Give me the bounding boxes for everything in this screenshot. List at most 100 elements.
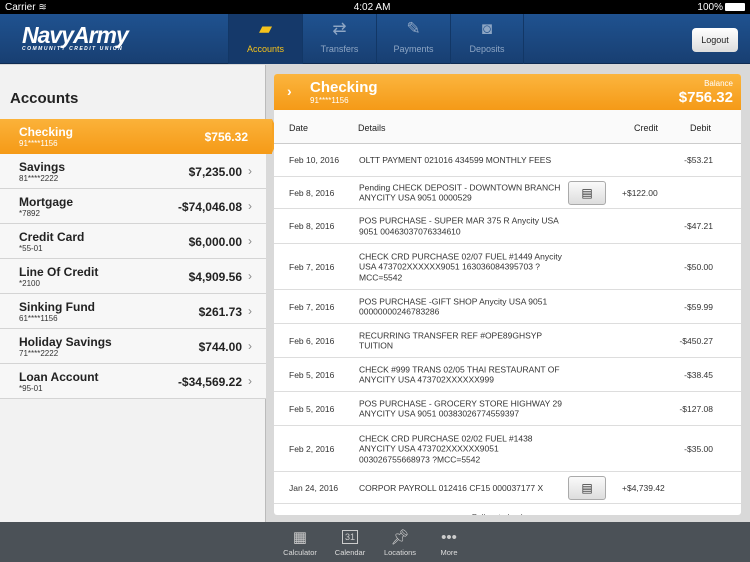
wifi-icon: ≋ xyxy=(38,1,47,13)
transaction-details: POS PURCHASE -GIFT SHOP Anycity USA 9051… xyxy=(359,296,548,317)
transaction-row[interactable]: Feb 8, 2016 Pending CHECK DEPOSIT - DOWNT… xyxy=(274,177,741,209)
transaction-credit: +$122.00 xyxy=(622,187,658,198)
transaction-row[interactable]: Feb 7, 2016 POS PURCHASE -GIFT SHOP Anyci… xyxy=(274,290,741,324)
account-balance: $4,909.56 xyxy=(188,270,242,284)
transaction-date: Feb 2, 2016 xyxy=(289,443,335,454)
transaction-date: Feb 6, 2016 xyxy=(289,335,335,346)
account-balance: $261.73 xyxy=(198,305,242,319)
account-number: 91****1156 xyxy=(310,96,349,105)
transaction-details: POS PURCHASE - GROCERY STORE HIGHWAY 29 … xyxy=(359,398,562,419)
chevron-right-icon: › xyxy=(248,269,252,283)
chevron-right-icon: › xyxy=(248,339,252,353)
transaction-debit: -$127.08 xyxy=(679,403,713,414)
transaction-details: RECURRING TRANSFER REF #OPE89GHSYP TUITI… xyxy=(359,330,542,351)
label: Calendar xyxy=(334,548,366,557)
battery: 100% xyxy=(697,2,745,13)
transaction-date: Feb 5, 2016 xyxy=(289,369,335,380)
accounts-title: Accounts xyxy=(10,90,79,107)
carrier: Carrier ≋ xyxy=(5,1,47,13)
transaction-row[interactable]: Feb 8, 2016 POS PURCHASE - SUPER MAR 375 … xyxy=(274,209,741,244)
transaction-date: Feb 7, 2016 xyxy=(289,261,335,272)
chevron-right-icon: › xyxy=(287,83,292,99)
accounts-sidebar: Accounts Checking 91****1156 $756.32 Saving… xyxy=(0,65,280,522)
calendar-icon: 31 xyxy=(325,526,375,548)
tab-label: Transfers xyxy=(320,44,359,54)
transfer-arrows-icon: ⇄ xyxy=(332,19,347,38)
view-check-image-button[interactable]: ▤ xyxy=(568,475,606,500)
label: Calculator xyxy=(283,548,317,557)
account-balance: -$74,046.08 xyxy=(177,200,242,214)
view-check-image-button[interactable]: ▤ xyxy=(568,180,606,205)
logout-button[interactable]: Logout xyxy=(692,28,738,52)
transaction-row[interactable]: Jan 24, 2016 CORPOR PAYROLL 012416 CF15 0… xyxy=(274,472,741,504)
transaction-debit: -$59.99 xyxy=(684,301,713,312)
account-item[interactable]: Line Of Credit *2100 $4,909.56 › xyxy=(0,259,266,294)
transaction-debit: -$38.45 xyxy=(684,369,713,380)
account-item[interactable]: Loan Account *95-01 -$34,569.22 › xyxy=(0,364,266,399)
account-balance: -$34,569.22 xyxy=(177,375,242,389)
load-more-hint: Pull up to load more xyxy=(274,504,741,515)
brand-tagline: COMMUNITY CREDIT UNION xyxy=(22,46,124,52)
account-item[interactable]: Savings 81****2222 $7,235.00 › xyxy=(0,154,266,189)
account-detail-panel: › Checking 91****1156 Balance $756.32 Da… xyxy=(274,74,741,515)
chevron-right-icon: › xyxy=(248,199,252,213)
transaction-date: Jan 24, 2016 xyxy=(289,482,339,493)
chevron-right-icon: › xyxy=(248,374,252,388)
more-button[interactable]: ••• More xyxy=(424,526,474,558)
account-item[interactable]: Mortgage *7892 -$74,046.08 › xyxy=(0,189,266,224)
balance-value: $756.32 xyxy=(678,89,733,106)
transaction-row[interactable]: Feb 2, 2016 CHECK CRD PURCHASE 02/02 FUEL… xyxy=(274,426,741,472)
calculator-button[interactable]: ▦ Calculator xyxy=(275,526,325,557)
more-dots-icon: ••• xyxy=(441,528,457,546)
check-image-icon: ▤ xyxy=(581,480,593,495)
transaction-row[interactable]: Feb 7, 2016 CHECK CRD PURCHASE 02/07 FUEL… xyxy=(274,244,741,290)
calendar-day: 31 xyxy=(341,530,358,544)
col-debit: Debit xyxy=(690,123,712,133)
account-item[interactable]: Holiday Savings 71****2222 $744.00 › xyxy=(0,329,266,364)
battery-icon xyxy=(724,2,745,11)
col-credit: Credit xyxy=(634,123,659,133)
app-header: NavyArmy COMMUNITY CREDIT UNION ▰ Account… xyxy=(0,14,750,64)
account-item[interactable]: Credit Card *55-01 $6,000.00 › xyxy=(0,224,266,259)
account-balance: $7,235.00 xyxy=(188,165,242,179)
transaction-credit: +$4,739.42 xyxy=(622,482,665,493)
label: Locations xyxy=(383,548,417,557)
tab-transfers[interactable]: ⇄ Transfers xyxy=(302,14,376,64)
transaction-debit: -$53.21 xyxy=(684,155,713,165)
transaction-row[interactable]: Feb 5, 2016 CHECK #999 TRANS 02/05 THAI R… xyxy=(274,358,741,392)
account-item[interactable]: Sinking Fund 61****1156 $261.73 › xyxy=(0,294,266,329)
chevron-right-icon: › xyxy=(248,234,252,248)
brand-logo: NavyArmy COMMUNITY CREDIT UNION xyxy=(22,24,129,53)
locations-button[interactable]: 📌︎ Locations xyxy=(375,526,425,557)
account-balance: $744.00 xyxy=(198,340,242,354)
transaction-details: CORPOR PAYROLL 012416 CF15 000037177 X xyxy=(359,482,544,493)
tab-deposits[interactable]: ◙ Deposits xyxy=(450,14,524,64)
transaction-row[interactable]: Feb 6, 2016 RECURRING TRANSFER REF #OPE89… xyxy=(274,324,741,358)
tab-label: Accounts xyxy=(246,44,285,54)
col-details: Details xyxy=(358,123,386,133)
calculator-icon: ▦ xyxy=(292,529,308,546)
status-bar: Carrier ≋ 4:02 AM 100% xyxy=(0,0,750,14)
camera-icon: ◙ xyxy=(481,19,493,38)
transaction-date: Feb 10, 2016 xyxy=(289,155,340,165)
transaction-date: Feb 8, 2016 xyxy=(289,187,335,198)
transactions-list[interactable]: Feb 10, 2016 OLTT PAYMENT 021016 434599 M… xyxy=(274,144,741,504)
transaction-row[interactable]: Feb 5, 2016 POS PURCHASE - GROCERY STORE … xyxy=(274,392,741,426)
account-detail-header[interactable]: › Checking 91****1156 Balance $756.32 xyxy=(274,74,741,110)
transaction-date: Feb 5, 2016 xyxy=(289,403,335,414)
pushpin-icon: 📌︎ xyxy=(390,529,410,546)
account-item[interactable]: Checking 91****1156 $756.32 xyxy=(0,119,280,154)
transaction-date: Feb 7, 2016 xyxy=(289,301,335,312)
tab-payments[interactable]: ✎ Payments xyxy=(376,14,450,64)
tab-label: Deposits xyxy=(469,44,505,54)
transaction-details: CHECK #999 TRANS 02/05 THAI RESTAURANT O… xyxy=(359,364,560,385)
transaction-date: Feb 8, 2016 xyxy=(289,221,335,231)
calendar-button[interactable]: 31 Calendar xyxy=(325,526,375,557)
credit-card-icon: ▰ xyxy=(258,19,273,38)
clock: 4:02 AM xyxy=(353,1,391,13)
transaction-debit: -$450.27 xyxy=(679,335,713,346)
tab-accounts[interactable]: ▰ Accounts xyxy=(228,14,302,64)
col-date: Date xyxy=(289,123,309,133)
transaction-row[interactable]: Feb 10, 2016 OLTT PAYMENT 021016 434599 M… xyxy=(274,144,741,177)
tab-label: Payments xyxy=(393,44,434,54)
